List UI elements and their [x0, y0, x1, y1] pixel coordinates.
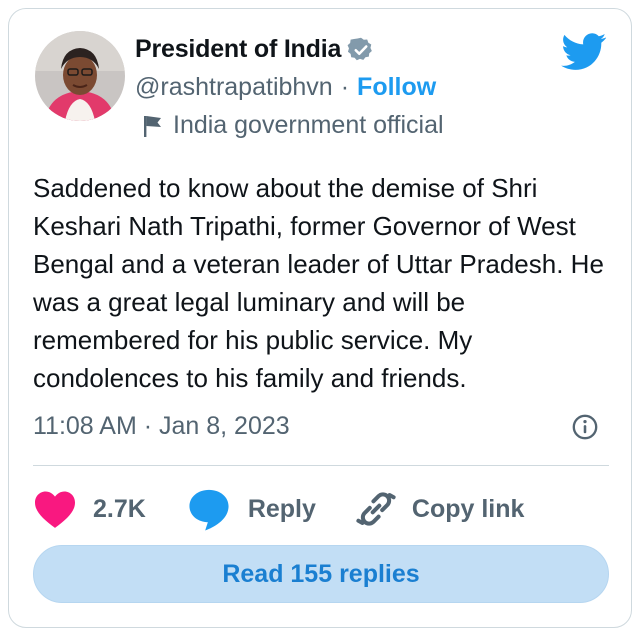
info-icon[interactable] [571, 413, 599, 441]
tweet-timestamp[interactable]: 11:08 AM · Jan 8, 2023 [33, 412, 290, 441]
heart-icon [33, 489, 77, 529]
verified-badge-icon [347, 36, 375, 64]
flag-icon [141, 113, 165, 139]
copy-link-label: Copy link [411, 494, 525, 523]
tweet-text: Saddened to know about the demise of Shr… [33, 173, 604, 393]
copy-link-button[interactable]: Copy link [354, 487, 525, 531]
follow-button[interactable]: Follow [357, 73, 436, 102]
like-button[interactable]: 2.7K [33, 489, 146, 529]
user-handle[interactable]: @rashtrapatibhvn [135, 73, 333, 102]
reply-button[interactable]: Reply [186, 486, 316, 532]
link-icon [354, 487, 398, 531]
display-name[interactable]: President of India [135, 35, 341, 64]
separator-dot: · [340, 73, 350, 101]
like-count: 2.7K [93, 494, 146, 523]
read-replies-button[interactable]: Read 155 replies [33, 545, 609, 603]
twitter-bird-icon[interactable] [561, 33, 607, 71]
speech-bubble-icon [186, 486, 232, 532]
avatar-image [35, 31, 125, 121]
reply-label: Reply [247, 494, 316, 523]
tweet-card: President of India @rashtrapatibhvn · Fo… [8, 8, 632, 628]
action-bar: 2.7K Reply Copy link [33, 481, 524, 537]
avatar[interactable] [35, 31, 125, 121]
affiliation-label: India government official [141, 111, 444, 140]
divider [33, 465, 609, 466]
label-text: India government official [173, 111, 444, 139]
